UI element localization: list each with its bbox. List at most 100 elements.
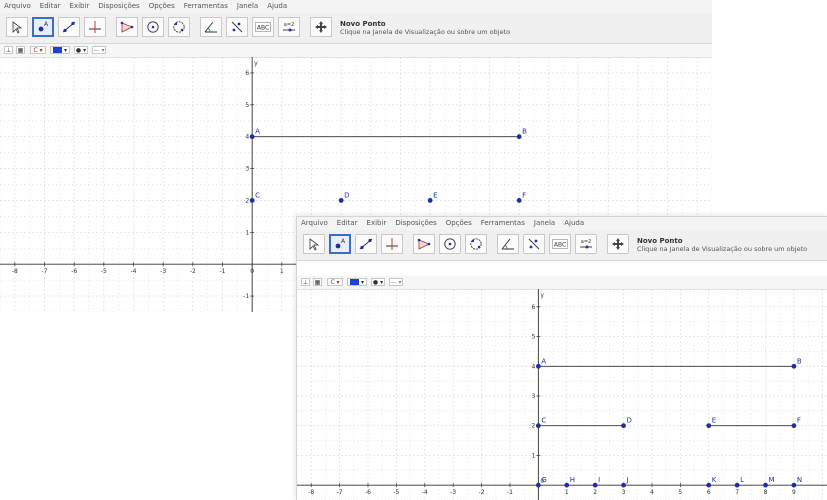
color-label-button[interactable]: C ▾ [30, 46, 46, 54]
conic-tool-icon [470, 238, 482, 250]
menu-arquivo[interactable]: Arquivo [301, 217, 328, 230]
point-label-M: M [769, 476, 775, 484]
menu-ajuda[interactable]: Ajuda [564, 217, 584, 230]
graph-canvas[interactable]: y-8 -7 -6 -5 -4 -3 -2 -1 1 2 3 4 5 6 7 8 91234560A BC D E FG… [297, 289, 827, 500]
line-tool-button[interactable] [58, 17, 80, 37]
tool-help-text: Clique na Janela de Visualização ou sobr… [340, 28, 511, 36]
y-tick-label: 5 [245, 102, 249, 109]
grid-toggle-button[interactable]: ▦ [313, 278, 322, 286]
point-I[interactable] [592, 482, 598, 488]
line-style-button[interactable]: — ▾ [92, 46, 106, 54]
reflect-tool-icon [528, 238, 540, 250]
perpendicular-tool-icon [386, 238, 398, 250]
move-view-tool-button[interactable] [310, 17, 332, 37]
polygon-tool-icon [417, 238, 431, 250]
point-label-E: E [712, 417, 716, 425]
point-B[interactable] [516, 134, 522, 140]
point-G[interactable] [535, 482, 541, 488]
slider-tool-button[interactable]: a=2 [575, 234, 597, 254]
point-A[interactable] [535, 363, 541, 369]
point-K[interactable] [706, 482, 712, 488]
point-A[interactable] [249, 134, 255, 140]
point-tool-button[interactable]: A [32, 17, 54, 37]
slider-tool-icon: a=2 [283, 22, 295, 32]
reflect-tool-button[interactable] [226, 17, 248, 37]
move-view-tool-button[interactable] [607, 234, 629, 254]
point-H[interactable] [564, 482, 570, 488]
point-N[interactable] [791, 482, 797, 488]
y-tick-label: 6 [532, 304, 536, 311]
conic-tool-button[interactable] [168, 17, 190, 37]
move-tool-button[interactable] [6, 17, 28, 37]
menu-exibir[interactable]: Exibir [367, 217, 387, 230]
menu-ferramentas[interactable]: Ferramentas [184, 0, 228, 13]
menu-ajuda[interactable]: Ajuda [267, 0, 287, 13]
perpendicular-tool-button[interactable] [381, 234, 403, 254]
svg-text:A: A [44, 21, 49, 28]
grid-toggle-button[interactable]: ▦ [16, 46, 25, 54]
point-label-A: A [255, 128, 260, 136]
polygon-tool-button[interactable] [413, 234, 435, 254]
menu-disposicoes[interactable]: Disposições [98, 0, 139, 13]
menu-disposicoes[interactable]: Disposições [395, 217, 436, 230]
point-C[interactable] [535, 423, 541, 429]
point-label-F: F [522, 191, 526, 199]
menu-ferramentas[interactable]: Ferramentas [481, 217, 525, 230]
axes-toggle-button[interactable]: ⊥ [301, 278, 310, 286]
menu-opcoes[interactable]: Opções [149, 0, 175, 13]
color-swatch [53, 47, 63, 53]
point-label-N: N [797, 476, 802, 484]
menu-opcoes[interactable]: Opções [446, 217, 472, 230]
x-tick-label: -2 [190, 268, 196, 275]
perpendicular-tool-button[interactable] [84, 17, 106, 37]
menu-janela[interactable]: Janela [534, 217, 555, 230]
text-tool-label: ABC [554, 242, 566, 249]
point-label-I: I [598, 476, 600, 484]
circle-tool-button[interactable] [439, 234, 461, 254]
color-label-button[interactable]: C ▾ [327, 278, 343, 286]
point-E[interactable] [706, 423, 712, 429]
graphics-view[interactable]: y -8 -7 -6 -5 -4 -3 -2 -1 1 2 3 4 5 6 7 8 9 1 2 3 4 5 6 0 A B C D E F G… [297, 289, 827, 500]
line-tool-button[interactable] [355, 234, 377, 254]
axes-toggle-button[interactable]: ⊥ [4, 46, 13, 54]
menu-editar[interactable]: Editar [337, 217, 358, 230]
circle-tool-button[interactable] [142, 17, 164, 37]
point-B[interactable] [791, 363, 797, 369]
point-J[interactable] [621, 482, 626, 488]
menu-arquivo[interactable]: Arquivo [4, 0, 31, 13]
text-tool-button[interactable]: ABC [252, 17, 274, 37]
point-M[interactable] [763, 482, 768, 488]
point-D[interactable] [338, 198, 344, 203]
point-label-J: J [626, 476, 629, 484]
text-tool-button[interactable]: ABC [549, 234, 571, 254]
angle-tool-button[interactable] [497, 234, 519, 254]
point-C[interactable] [249, 198, 255, 203]
point-style-button[interactable]: ● ▾ [371, 278, 385, 286]
color-picker-button[interactable]: ▾ [50, 46, 70, 54]
point-D[interactable] [621, 423, 626, 429]
conic-tool-button[interactable] [465, 234, 487, 254]
menu-exibir[interactable]: Exibir [70, 0, 90, 13]
perpendicular-tool-icon [89, 21, 101, 33]
point-F[interactable] [516, 198, 522, 203]
x-tick-label: 1 [280, 268, 284, 275]
color-picker-button[interactable]: ▾ [347, 278, 367, 286]
move-tool-button[interactable] [303, 234, 325, 254]
menu-editar[interactable]: Editar [40, 0, 61, 13]
move-view-tool-icon [612, 238, 624, 250]
slider-tool-button[interactable]: a=2 [278, 17, 300, 37]
line-style-button[interactable]: — ▾ [389, 278, 403, 286]
reflect-tool-button[interactable] [523, 234, 545, 254]
point-E[interactable] [427, 198, 433, 203]
angle-tool-button[interactable] [200, 17, 222, 37]
point-F[interactable] [791, 423, 797, 429]
point-L[interactable] [734, 482, 740, 488]
polygon-tool-icon [120, 21, 134, 33]
point-tool-button[interactable]: A [329, 234, 351, 254]
point-style-button[interactable]: ● ▾ [74, 46, 88, 54]
menu-janela[interactable]: Janela [237, 0, 258, 13]
y-tick-label: 4 [532, 363, 536, 370]
x-tick-label: -3 [160, 268, 166, 275]
x-tick-label: -1 [220, 268, 226, 275]
polygon-tool-button[interactable] [116, 17, 138, 37]
